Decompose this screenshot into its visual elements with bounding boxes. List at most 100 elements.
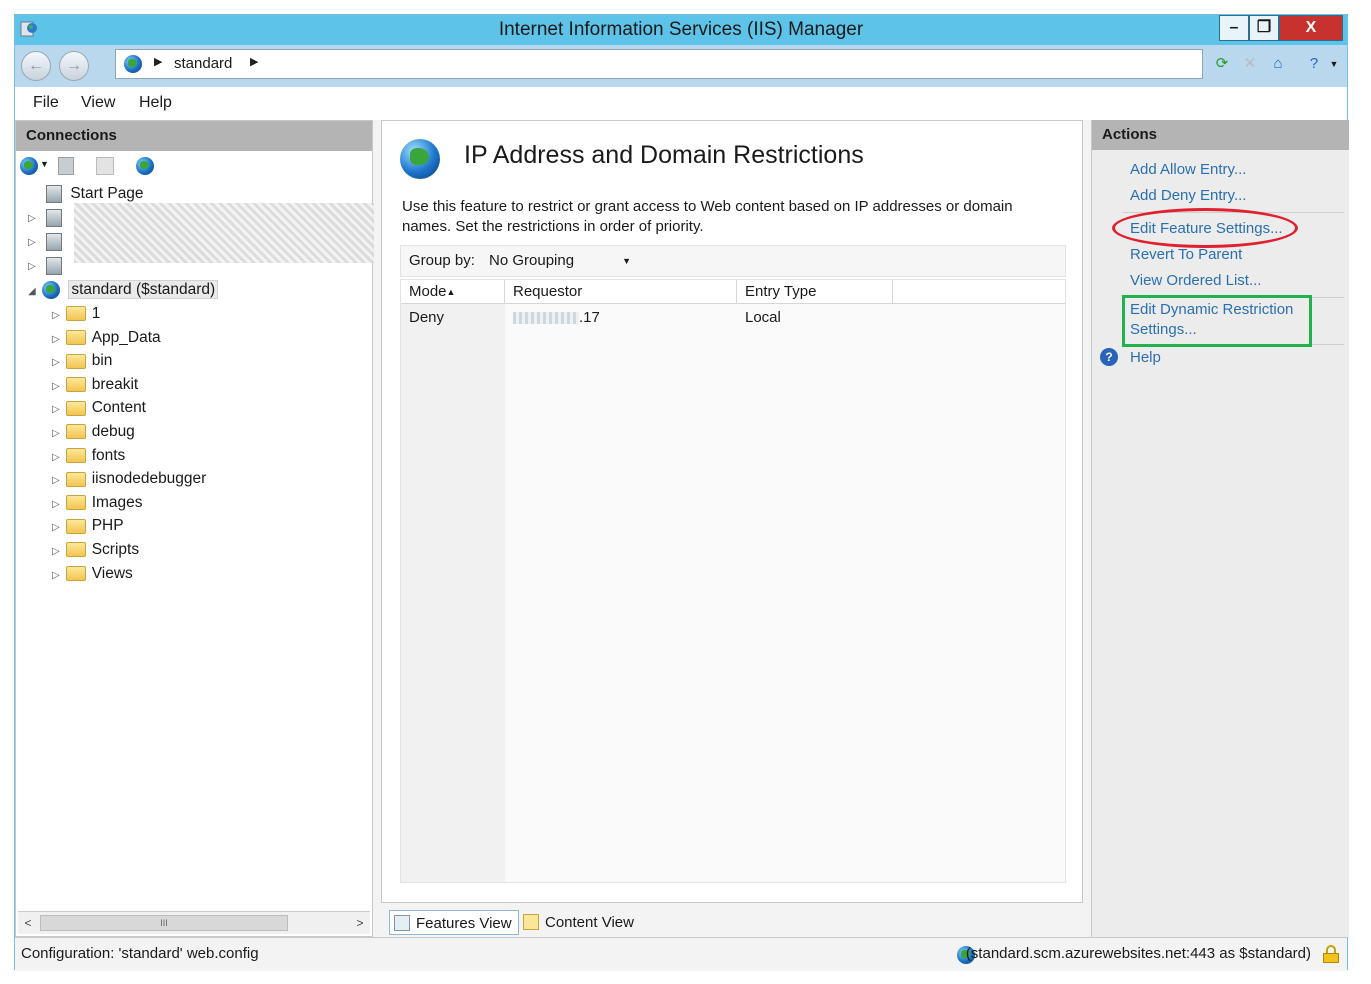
forward-button[interactable]: → (59, 51, 89, 81)
tree-item-folder[interactable]: ▷ 1 (52, 303, 100, 325)
folder-icon (65, 495, 86, 511)
view-tabs: Features View Content View (381, 910, 1083, 937)
expand-icon[interactable]: ▷ (52, 452, 60, 463)
tree-item-folder[interactable]: ▷ App_Data (52, 327, 161, 349)
expand-icon[interactable]: ▷ (52, 522, 60, 533)
scroll-thumb[interactable]: III (40, 915, 288, 931)
actions-pane: Actions Add Allow Entry... Add Deny Entr… (1091, 120, 1349, 937)
folder-icon (65, 377, 86, 393)
tree-item-folder[interactable]: ▷ PHP (52, 515, 124, 537)
expand-icon[interactable]: ▷ (52, 428, 60, 439)
breadcrumb-separator-icon[interactable]: ▶ (250, 55, 258, 68)
folder-icon (65, 471, 86, 487)
group-by-select[interactable]: No Grouping ▼ (485, 249, 635, 273)
add-allow-entry-link[interactable]: Add Allow Entry... (1130, 160, 1246, 180)
expand-icon[interactable]: ▷ (52, 334, 60, 345)
title-bar: Internet Information Services (IIS) Mana… (15, 15, 1347, 45)
folder-icon (65, 448, 86, 463)
close-button[interactable]: X (1279, 15, 1343, 41)
tree-item-start-page[interactable]: Start Page (46, 183, 144, 205)
ip-restrictions-globe-icon (400, 139, 440, 179)
expand-icon[interactable]: ▷ (28, 213, 36, 224)
scroll-left-icon[interactable]: < (18, 912, 38, 934)
tree-item-label: Images (91, 493, 143, 511)
tree-item-folder[interactable]: ▷ breakit (52, 374, 138, 396)
up-icon[interactable] (96, 157, 114, 175)
expand-icon[interactable]: ▷ (52, 357, 60, 368)
home-icon[interactable]: ⌂ (1267, 53, 1289, 75)
sort-asc-icon: ▲ (446, 287, 456, 297)
tree-item-folder[interactable]: ▷ Views (52, 563, 133, 585)
tree-item-label: breakit (91, 375, 139, 393)
tree-item-folder[interactable]: ▷ iisnodedebugger (52, 468, 206, 490)
tab-label: Features View (416, 915, 512, 932)
stop-icon[interactable]: ✕ (1239, 53, 1261, 75)
connect-globe-icon[interactable] (20, 157, 38, 175)
status-connection: (standard.scm.azurewebsites.net:443 as $… (965, 945, 1311, 962)
disconnect-icon[interactable] (136, 157, 154, 175)
collapse-icon[interactable]: ◢ (28, 286, 36, 297)
expand-icon[interactable]: ▷ (52, 381, 60, 392)
folder-icon (65, 566, 86, 581)
menu-view[interactable]: View (81, 94, 115, 112)
tree-item-label: Start Page (70, 185, 144, 202)
tree-item-folder[interactable]: ▷ Content (52, 397, 146, 419)
connect-dropdown-icon[interactable]: ▼ (40, 159, 49, 169)
menu-help[interactable]: Help (139, 94, 172, 112)
help-dropdown-icon[interactable]: ▼ (1323, 53, 1345, 75)
expand-icon[interactable]: ▷ (52, 310, 60, 321)
expand-icon[interactable]: ▷ (52, 404, 60, 415)
tree-item-folder[interactable]: ▷ bin (52, 350, 112, 372)
start-page-icon (46, 184, 62, 203)
tab-features-view[interactable]: Features View (389, 910, 519, 935)
features-view-icon (394, 915, 410, 931)
help-icon[interactable]: ? (1303, 53, 1325, 75)
expand-icon[interactable]: ▷ (52, 546, 60, 557)
group-by-bar: Group by: No Grouping ▼ (400, 245, 1066, 277)
breadcrumb-separator-icon: ▶ (154, 56, 163, 68)
add-deny-entry-link[interactable]: Add Deny Entry... (1130, 186, 1246, 206)
expand-icon[interactable]: ▷ (52, 475, 60, 486)
tree-item-label: App_Data (91, 328, 161, 346)
tree-item-folder[interactable]: ▷ debug (52, 421, 135, 443)
refresh-icon[interactable]: ⟳ (1211, 53, 1233, 75)
minimize-button[interactable]: – (1219, 15, 1249, 41)
tree-item-folder[interactable]: ▷ fonts (52, 445, 125, 467)
revert-to-parent-link[interactable]: Revert To Parent (1130, 245, 1242, 265)
expand-icon[interactable]: ▷ (28, 261, 36, 272)
column-header-label: Mode (409, 283, 447, 300)
content-view-icon (523, 914, 539, 930)
expand-icon[interactable]: ▷ (28, 237, 36, 248)
save-icon[interactable] (58, 157, 74, 175)
tree-item-folder[interactable]: ▷ Scripts (52, 539, 139, 561)
tab-content-view[interactable]: Content View (519, 910, 640, 935)
maximize-button[interactable]: ❐ (1249, 15, 1279, 41)
main-area: Connections ▼ Start Page ▷ ▷ ▷ ◢ standar… (15, 120, 1349, 937)
toolbar-icons: ⟳ ✕ ⌂ ? ▼ (1211, 53, 1345, 79)
help-link[interactable]: Help (1130, 348, 1161, 368)
scroll-right-icon[interactable]: > (350, 912, 370, 934)
back-button[interactable]: ← (21, 51, 51, 81)
tree-item-label: standard ($standard) (68, 280, 219, 299)
view-ordered-list-link[interactable]: View Ordered List... (1130, 271, 1261, 291)
connections-toolbar: ▼ (16, 151, 372, 181)
column-header-entry-type[interactable]: Entry Type (737, 280, 893, 304)
tree-item-label: Content (91, 399, 146, 417)
expand-icon[interactable]: ▷ (52, 499, 60, 510)
tree-item-label: iisnodedebugger (91, 470, 207, 488)
cell-mode[interactable]: Deny (401, 306, 505, 330)
tree-item-folder[interactable]: ▷ Images (52, 492, 143, 514)
expand-icon[interactable]: ▷ (52, 570, 60, 581)
breadcrumb-standard[interactable]: standard (174, 55, 232, 72)
green-highlight-annotation (1122, 295, 1312, 347)
horizontal-scrollbar[interactable]: < III > (18, 911, 370, 934)
menu-file[interactable]: File (33, 94, 59, 112)
tree-item-site-standard[interactable]: ◢ standard ($standard) (28, 279, 219, 301)
column-header-requestor[interactable]: Requestor (505, 280, 737, 304)
cell-requestor[interactable]: .17 (505, 306, 737, 330)
address-bar[interactable]: ▶ standard ▶ (115, 49, 1203, 79)
group-by-value: No Grouping (489, 252, 575, 269)
mode-column-bg (401, 280, 505, 882)
column-header-mode[interactable]: Mode▲ (401, 280, 505, 304)
cell-entry-type[interactable]: Local (737, 306, 893, 330)
